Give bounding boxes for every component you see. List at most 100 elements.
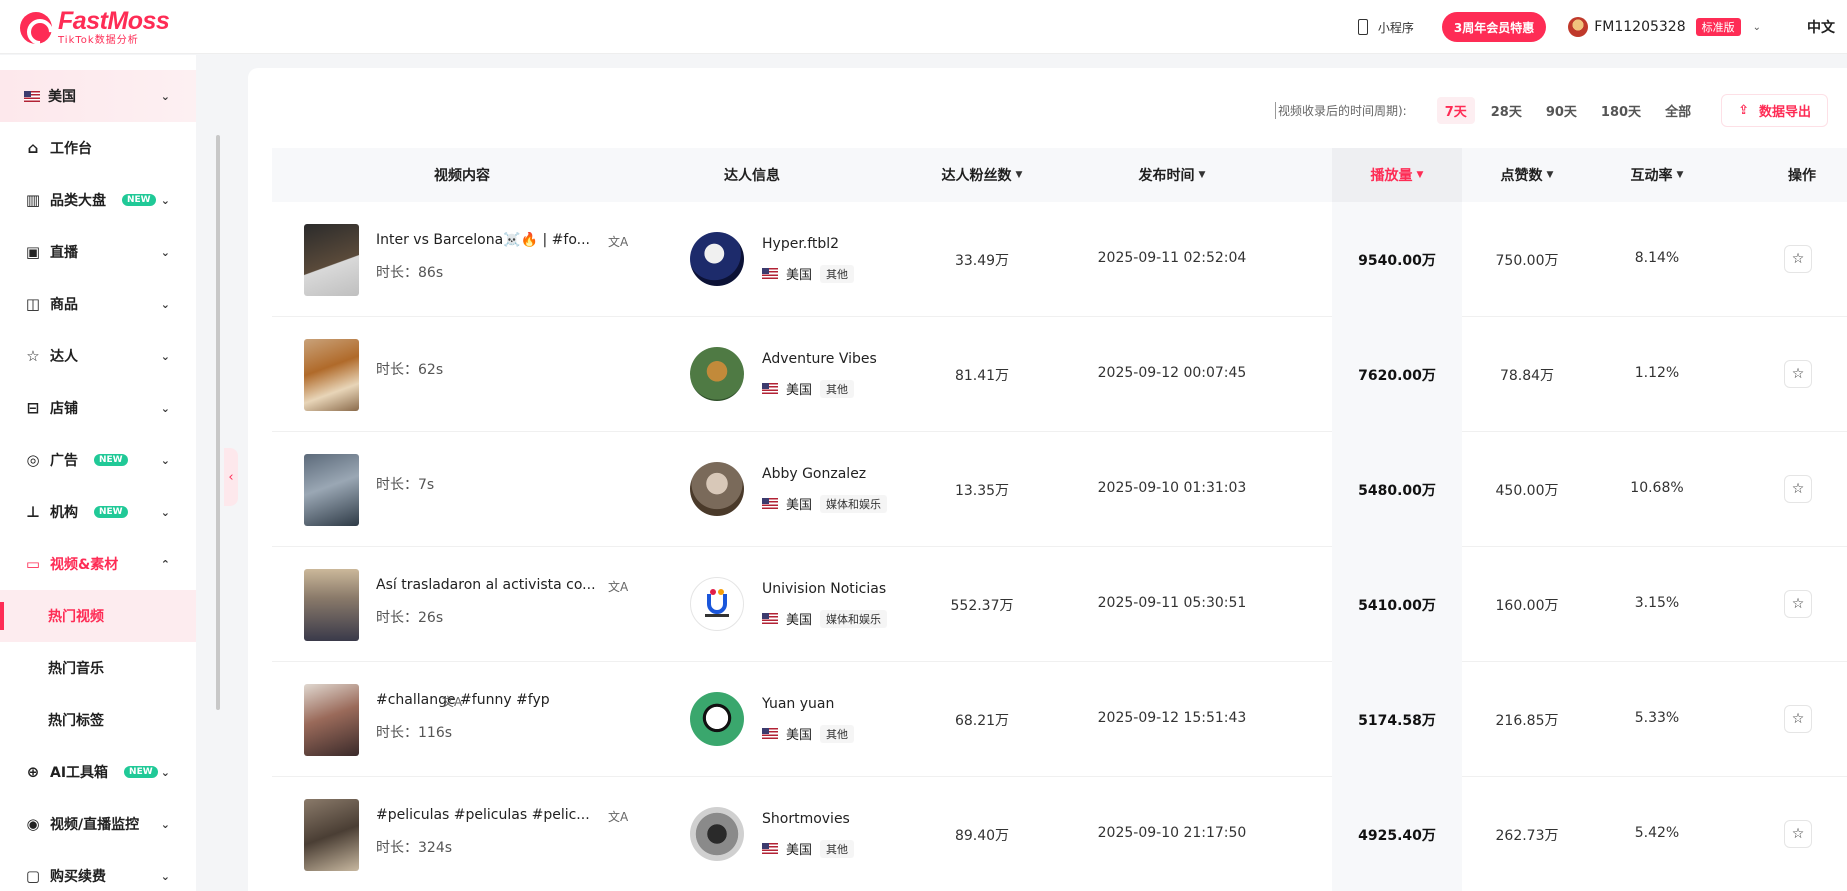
sidebar-item-live[interactable]: ▣ 直播 ⌄ — [0, 226, 196, 278]
video-duration: 时长：62s — [376, 359, 443, 379]
product-icon: ◫ — [25, 295, 41, 313]
fastmoss-logo[interactable]: FastMoss TikTok数据分析 — [20, 9, 170, 46]
duration-label: 时长： — [376, 610, 418, 626]
play-count: 4925.40万 — [1358, 828, 1436, 844]
table-row[interactable]: 时长：62s Adventure Vibes 美国 其他 81.41万 2025-… — [272, 317, 1847, 432]
col-engagement[interactable]: 互动率 ▼ — [1592, 148, 1722, 202]
translate-icon[interactable]: 文A — [442, 693, 462, 710]
video-duration: 时长：7s — [376, 474, 434, 494]
top-header: FastMoss TikTok数据分析 小程序 3周年会员特惠 FM112053… — [0, 0, 1847, 54]
video-title[interactable]: Inter vs Barcelona☠️🔥 | #fo... — [376, 232, 596, 248]
creator-meta: 美国 其他 — [762, 724, 855, 743]
creator-name[interactable]: Shortmovies — [762, 811, 850, 827]
creator-avatar[interactable] — [690, 807, 744, 861]
sidebar-item-purchase[interactable]: ▢ 购买续费 ⌄ — [0, 850, 196, 891]
favorite-star-button[interactable]: ☆ — [1784, 590, 1812, 618]
table-row[interactable]: #peliculas #peliculas #pelic... 文A 时长：32… — [272, 777, 1847, 891]
table-row[interactable]: #challange #funny #fyp 文A 时长：116s Yuan y… — [272, 662, 1847, 777]
creator-name[interactable]: Univision Noticias — [762, 581, 886, 597]
collapse-sidebar-button[interactable]: ‹ — [224, 448, 238, 506]
sidebar-item-category[interactable]: ▥ 品类大盘 NEW ⌄ — [0, 174, 196, 226]
translate-icon[interactable]: 文A — [608, 808, 628, 825]
creator-avatar[interactable] — [690, 232, 744, 286]
duration-label: 时长： — [376, 725, 418, 741]
followers-count: 89.40万 — [954, 828, 1010, 844]
period-all[interactable]: 全部 — [1657, 97, 1699, 124]
followers-count: 552.37万 — [950, 598, 1014, 614]
sidebar-subitem-hot-videos[interactable]: 热门视频 — [0, 590, 196, 642]
col-likes[interactable]: 点赞数 ▼ — [1462, 148, 1592, 202]
translate-icon[interactable]: 文A — [608, 233, 628, 250]
sidebar-subitem-hot-music[interactable]: 热门音乐 — [0, 642, 196, 694]
creator-avatar[interactable] — [690, 462, 744, 516]
video-title[interactable]: Así trasladaron al activista co... — [376, 577, 596, 593]
video-thumbnail[interactable] — [304, 799, 359, 871]
col-publish-time[interactable]: 发布时间 ▼ — [1072, 148, 1272, 202]
chevron-left-icon: ‹ — [228, 469, 234, 485]
creator-name[interactable]: Hyper.ftbl2 — [762, 236, 839, 252]
video-thumbnail[interactable] — [304, 684, 359, 756]
creator-name[interactable]: Yuan yuan — [762, 696, 834, 712]
creator-name[interactable]: Adventure Vibes — [762, 351, 877, 367]
sidebar-item-video-material[interactable]: ▭ 视频&素材 ⌃ — [0, 538, 196, 590]
creator-category: 媒体和娱乐 — [820, 494, 888, 513]
user-menu[interactable]: FM11205328 标准版 ⌄ — [1568, 17, 1761, 37]
period-180d[interactable]: 180天 — [1593, 97, 1649, 124]
region-selector[interactable]: 美国 ⌄ — [0, 70, 196, 122]
sidebar-subitem-hot-tags[interactable]: 热门标签 — [0, 694, 196, 746]
play-count: 5480.00万 — [1358, 483, 1436, 499]
chevron-down-icon: ⌄ — [160, 817, 170, 831]
sidebar-item-ads[interactable]: ◎ 广告 NEW ⌄ — [0, 434, 196, 486]
period-28d[interactable]: 28天 — [1483, 97, 1530, 124]
star-icon: ☆ — [1791, 826, 1805, 842]
creator-category: 媒体和娱乐 — [820, 609, 888, 628]
creator-avatar[interactable] — [690, 577, 744, 631]
engagement-rate: 3.15% — [1634, 595, 1680, 611]
video-thumbnail[interactable] — [304, 454, 359, 526]
creator-avatar[interactable] — [690, 692, 744, 746]
new-badge: NEW — [94, 506, 128, 518]
favorite-star-button[interactable]: ☆ — [1784, 705, 1812, 733]
col-plays[interactable]: 播放量 ▼ — [1332, 148, 1462, 202]
engagement-rate: 5.33% — [1634, 710, 1680, 726]
creator-country: 美国 — [786, 728, 813, 743]
anniversary-promo-button[interactable]: 3周年会员特惠 — [1441, 12, 1547, 42]
period-90d[interactable]: 90天 — [1538, 97, 1585, 124]
duration-label: 时长： — [376, 477, 418, 493]
video-title[interactable]: #peliculas #peliculas #pelic... — [376, 807, 596, 823]
followers-count: 13.35万 — [954, 483, 1010, 499]
sidebar-item-workbench[interactable]: ⌂ 工作台 — [0, 122, 196, 174]
user-name: FM11205328 — [1594, 19, 1686, 35]
favorite-star-button[interactable]: ☆ — [1784, 245, 1812, 273]
us-flag-icon — [762, 268, 778, 279]
play-count: 5410.00万 — [1358, 598, 1436, 614]
sidebar-item-agency[interactable]: ⊥ 机构 NEW ⌄ — [0, 486, 196, 538]
creator-name[interactable]: Abby Gonzalez — [762, 466, 866, 482]
video-thumbnail[interactable] — [304, 569, 359, 641]
user-avatar — [1568, 17, 1589, 37]
translate-icon[interactable]: 文A — [608, 578, 628, 595]
table-row[interactable]: Así trasladaron al activista co... 文A 时长… — [272, 547, 1847, 662]
video-thumbnail[interactable] — [304, 224, 359, 296]
sidebar-item-label: 购买续费 — [50, 869, 106, 885]
language-switch[interactable]: 中文 — [1807, 17, 1835, 37]
video-title[interactable]: #challange #funny #fyp — [376, 692, 596, 708]
sidebar-item-monitor[interactable]: ◉ 视频/直播监控 ⌄ — [0, 798, 196, 850]
favorite-star-button[interactable]: ☆ — [1784, 360, 1812, 388]
col-followers[interactable]: 达人粉丝数 ▼ — [902, 148, 1062, 202]
export-data-button[interactable]: ⇪ 数据导出 — [1721, 94, 1828, 127]
sidebar-scrollbar[interactable] — [216, 135, 220, 710]
sidebar-item-product[interactable]: ◫ 商品 ⌄ — [0, 278, 196, 330]
creator-avatar[interactable] — [690, 347, 744, 401]
favorite-star-button[interactable]: ☆ — [1784, 475, 1812, 503]
table-row[interactable]: 时长：7s Abby Gonzalez 美国 媒体和娱乐 13.35万 2025-… — [272, 432, 1847, 547]
sidebar-item-store[interactable]: ⊟ 店铺 ⌄ — [0, 382, 196, 434]
region-label: 美国 — [48, 89, 76, 105]
mini-program-button[interactable]: 小程序 — [1357, 19, 1414, 36]
sidebar-item-ai-toolbox[interactable]: ⊕ AI工具箱 NEW ⌄ — [0, 746, 196, 798]
table-row[interactable]: Inter vs Barcelona☠️🔥 | #fo... 文A 时长：86s… — [272, 202, 1847, 317]
video-thumbnail[interactable] — [304, 339, 359, 411]
period-7d[interactable]: 7天 — [1436, 97, 1475, 124]
favorite-star-button[interactable]: ☆ — [1784, 820, 1812, 848]
sidebar-item-influencer[interactable]: ☆ 达人 ⌄ — [0, 330, 196, 382]
